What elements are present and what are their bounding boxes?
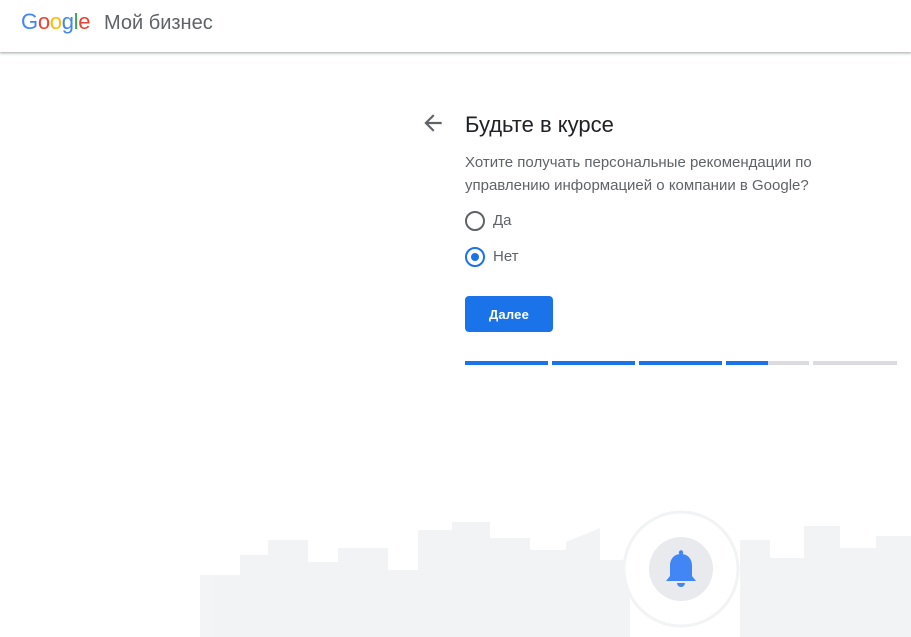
progress-fill xyxy=(552,361,635,365)
progress-segment xyxy=(639,361,722,365)
product-name: Мой бизнес xyxy=(104,12,213,34)
progress-fill xyxy=(639,361,722,365)
progress-segment xyxy=(465,361,548,365)
notification-illustration xyxy=(622,510,740,628)
top-app-bar: Google Мой бизнес xyxy=(0,0,911,52)
page-title: Будьте в курсе xyxy=(465,112,614,137)
logo-letter: g xyxy=(61,9,74,34)
progress-fill xyxy=(726,361,768,365)
radio-label: Нет xyxy=(493,248,519,265)
progress-segment xyxy=(552,361,635,365)
next-button[interactable]: Далее xyxy=(465,296,553,332)
question-text: Хотите получать персональные рекомендаци… xyxy=(465,154,812,194)
radio-label: Да xyxy=(493,212,512,229)
logo-letter: G xyxy=(21,9,38,34)
progress-segment xyxy=(726,361,809,365)
logo-letter: e xyxy=(78,9,91,34)
radio-button[interactable] xyxy=(465,211,485,231)
progress-bar xyxy=(465,361,897,365)
progress-fill xyxy=(465,361,548,365)
logo-letter: o xyxy=(37,9,50,34)
progress-segment xyxy=(813,361,897,365)
radio-option-yes[interactable]: Да xyxy=(465,210,512,232)
city-skyline-illustration xyxy=(0,500,911,637)
logo-letter: o xyxy=(49,9,62,34)
arrow-back-icon xyxy=(424,114,442,132)
radio-option-no[interactable]: Нет xyxy=(465,246,519,268)
google-logo[interactable]: Google xyxy=(21,9,90,35)
radio-button[interactable] xyxy=(465,247,485,267)
back-button[interactable] xyxy=(420,110,446,136)
